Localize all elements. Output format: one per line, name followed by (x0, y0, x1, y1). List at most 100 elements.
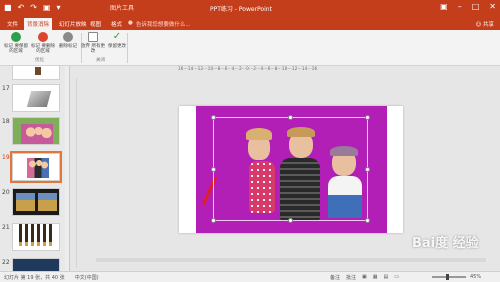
tab-slideshow[interactable]: 幻灯片放映 (56, 18, 90, 30)
slide-number: 21 (2, 224, 10, 231)
zoom-level[interactable]: 45% (470, 274, 481, 280)
slide-count: 幻灯片 第 19 张，共 40 张 (4, 275, 65, 281)
user-icon: ☺ (475, 22, 482, 28)
language-indicator[interactable]: 中文(中国) (75, 274, 99, 281)
slide-number: 18 (2, 118, 10, 125)
checkmark-icon: ✓ (112, 31, 122, 42)
delete-mark-button[interactable]: 删除标记 (55, 32, 81, 49)
resize-handle-b[interactable] (288, 218, 293, 223)
thumbnail-19[interactable]: 19 (0, 151, 69, 183)
tell-me-box[interactable]: ● 告诉我您想要做什么... (128, 20, 191, 28)
thumb-photo-right (38, 193, 57, 211)
thumb-image-selected (10, 151, 62, 183)
group-separator-2 (127, 33, 128, 63)
thumb-photo (27, 158, 49, 178)
ribbon-options-icon[interactable]: ▣ (440, 2, 448, 11)
delete-mark-label: 删除标记 (59, 44, 77, 49)
minus-circle-icon (38, 32, 48, 42)
resize-handle-r[interactable] (365, 167, 370, 172)
close-group-label: 关闭 (96, 58, 105, 63)
mark-remove-button[interactable]: 标记 要删除的区域 (30, 32, 56, 54)
mark-keep-button[interactable]: 标记 要保留的区域 (3, 32, 29, 54)
thumb-image (12, 223, 60, 251)
thumb-image (12, 117, 60, 145)
tab-file[interactable]: 文件 (4, 18, 21, 30)
tell-me-text: 告诉我您想要做什么... (135, 22, 191, 28)
resize-handle-bl[interactable] (211, 218, 216, 223)
close-icon[interactable]: ✕ (489, 2, 496, 11)
horizontal-scrollbar[interactable] (96, 258, 486, 262)
slideshow-icon[interactable]: ▭ (394, 274, 399, 281)
status-left: 幻灯片 第 19 张，共 40 张 中文(中国) (4, 274, 99, 281)
normal-view-icon[interactable]: ▣ (362, 274, 367, 281)
quick-access-toolbar: ■ ↶ ↷ ▣ ▾ (4, 3, 61, 12)
lightbulb-icon: ● (128, 20, 133, 26)
thumbnail-scrollbar[interactable] (65, 66, 69, 271)
notes-button[interactable]: 备注 (330, 274, 340, 281)
thumbnail-17[interactable]: 17 (0, 84, 69, 114)
tab-background-removal[interactable]: 背景消除 (24, 18, 53, 30)
thumb-bars-gold (19, 242, 55, 246)
slide-number: 19 (2, 154, 10, 161)
reading-view-icon[interactable]: ▤ (384, 274, 389, 281)
picture-tools-label: 图片工具 (109, 5, 134, 12)
resize-handle-t[interactable] (288, 115, 293, 120)
ribbon-tabs: 文件 背景消除 幻灯片放映 视图 格式 ● 告诉我您想要做什么... ☺ 共享 (0, 17, 500, 30)
thumb-shape (26, 91, 52, 107)
tab-format[interactable]: 格式 (108, 18, 125, 30)
tab-view[interactable]: 视图 (87, 18, 104, 30)
status-bar: 幻灯片 第 19 张，共 40 张 中文(中国) 备注 批注 ▣ ▦ ▤ ▭ 4… (0, 271, 500, 282)
thumb-image-partial (12, 66, 60, 80)
thumbnail-18[interactable]: 18 (0, 117, 69, 147)
slide-number: 22 (2, 259, 10, 266)
start-show-icon[interactable]: ▣ (43, 3, 51, 12)
thumb-photo-left (16, 193, 35, 211)
zoom-slider[interactable] (432, 276, 466, 278)
window-title: PPT练习 - PowerPoint (210, 6, 272, 13)
share-button[interactable]: ☺ 共享 (476, 20, 495, 28)
thumb-photo (35, 67, 41, 75)
discard-icon (88, 32, 98, 42)
slide-number: 20 (2, 189, 10, 196)
thumb-image (12, 84, 60, 112)
keep-area-frame[interactable] (213, 117, 368, 221)
discard-changes-button[interactable]: 放弃 所有更改 (80, 32, 106, 54)
minimize-icon[interactable]: – (458, 2, 462, 11)
redo-icon[interactable]: ↷ (30, 3, 37, 12)
share-label: 共享 (482, 22, 494, 28)
mark-keep-label: 标记 要保留的区域 (4, 44, 28, 54)
status-right: 备注 批注 ▣ ▦ ▤ ▭ (330, 274, 399, 281)
thumb-image (12, 188, 60, 216)
eraser-icon (63, 32, 73, 42)
save-icon[interactable]: ■ (4, 3, 12, 12)
thumbnail-21[interactable]: 21 (0, 223, 69, 253)
thumb-bars (19, 224, 55, 244)
ribbon: 标记 要保留的区域 标记 要删除的区域 删除标记 优化 放弃 所有更改 ✓ 保留… (0, 30, 500, 66)
plus-circle-icon (11, 32, 21, 42)
watermark-logo: Bai度 经验 (412, 236, 479, 251)
resize-handle-tl[interactable] (211, 115, 216, 120)
resize-handle-br[interactable] (365, 218, 370, 223)
discard-label: 放弃 所有更改 (81, 44, 105, 54)
horizontal-ruler: 16···14···12···10···8···6···4···2···0···… (178, 66, 318, 71)
thumbnail-22[interactable]: 22 (0, 258, 69, 271)
resize-handle-l[interactable] (211, 167, 216, 172)
slide-thumbnail-pane: 17 18 19 20 21 22 (0, 66, 70, 271)
thumbnail-partial[interactable] (0, 66, 69, 82)
thumbnail-20[interactable]: 20 (0, 188, 69, 218)
comments-button[interactable]: 批注 (346, 274, 356, 281)
customize-qat-icon[interactable]: ▾ (57, 3, 61, 12)
thumb-image (12, 258, 60, 271)
thumb-photo (21, 124, 53, 144)
resize-handle-tr[interactable] (365, 115, 370, 120)
window-controls: ▣ – □ ✕ (440, 2, 496, 11)
title-bar: ■ ↶ ↷ ▣ ▾ 图片工具 PPT练习 - PowerPoint ▣ – □ … (0, 0, 500, 17)
vertical-ruler (71, 78, 77, 268)
refine-group-label: 优化 (35, 58, 44, 63)
slide-sorter-icon[interactable]: ▦ (373, 274, 378, 281)
mark-remove-label: 标记 要删除的区域 (31, 44, 55, 54)
maximize-icon[interactable]: □ (472, 2, 480, 11)
undo-icon[interactable]: ↶ (18, 3, 25, 12)
slide-number: 17 (2, 85, 10, 92)
zoom-slider-knob[interactable] (446, 274, 449, 280)
